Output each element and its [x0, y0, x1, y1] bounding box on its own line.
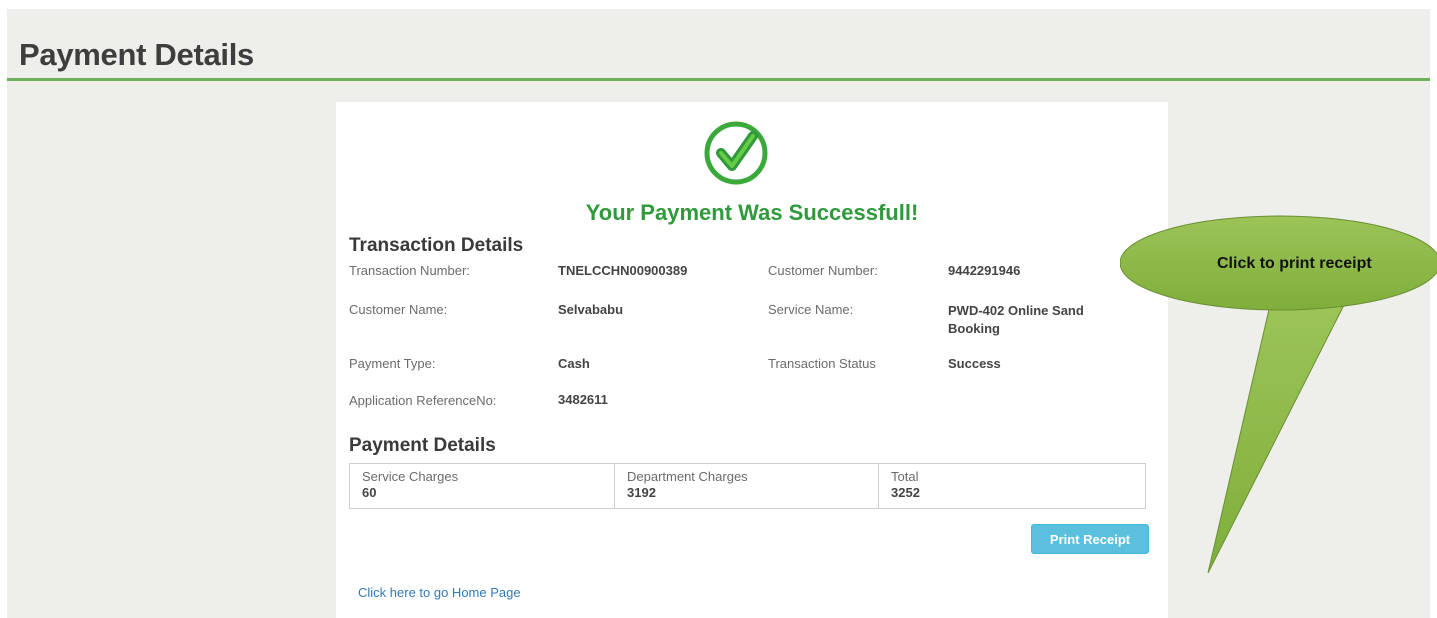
page-title: Payment Details: [19, 37, 254, 72]
customer-number-value: 9442291946: [948, 263, 1021, 278]
app-ref-value: 3482611: [558, 392, 608, 407]
app-ref-label: Application ReferenceNo:: [349, 393, 497, 408]
transaction-details-heading: Transaction Details: [349, 235, 524, 256]
payment-card: Your Payment Was Successfull! Transactio…: [336, 102, 1168, 618]
service-name-value: PWD-402 Online Sand Booking: [948, 303, 1084, 336]
transaction-number-label: Transaction Number:: [349, 263, 470, 278]
check-circle-icon: [704, 121, 768, 185]
department-charges-label: Department Charges: [627, 469, 748, 484]
service-charges-value: 60: [362, 485, 377, 500]
transaction-number-value: TNELCCHN00900389: [558, 263, 688, 278]
department-charges-value: 3192: [627, 485, 656, 500]
payment-table: Service Charges 60 Department Charges 31…: [349, 463, 1146, 509]
total-value: 3252: [891, 485, 920, 500]
total-label: Total: [891, 469, 919, 484]
customer-name-label: Customer Name:: [349, 302, 448, 317]
home-page-link[interactable]: Click here to go Home Page: [358, 585, 521, 600]
title-divider: [7, 78, 1430, 81]
service-charges-cell: Service Charges 60: [350, 464, 615, 508]
transaction-status-label: Transaction Status: [768, 356, 876, 371]
payment-type-value: Cash: [558, 356, 590, 371]
total-cell: Total 3252: [879, 464, 1145, 508]
customer-name-value: Selvababu: [558, 302, 624, 317]
service-charges-label: Service Charges: [362, 469, 459, 484]
service-name-label: Service Name:: [768, 302, 854, 317]
payment-type-label: Payment Type:: [349, 356, 436, 371]
transaction-status-value: Success: [948, 356, 1001, 371]
department-charges-cell: Department Charges 3192: [615, 464, 879, 508]
customer-number-label: Customer Number:: [768, 263, 878, 278]
callout-text: Click to print receipt: [1217, 255, 1372, 272]
payment-details-heading: Payment Details: [349, 435, 496, 456]
success-message: Your Payment Was Successfull!: [585, 200, 919, 225]
